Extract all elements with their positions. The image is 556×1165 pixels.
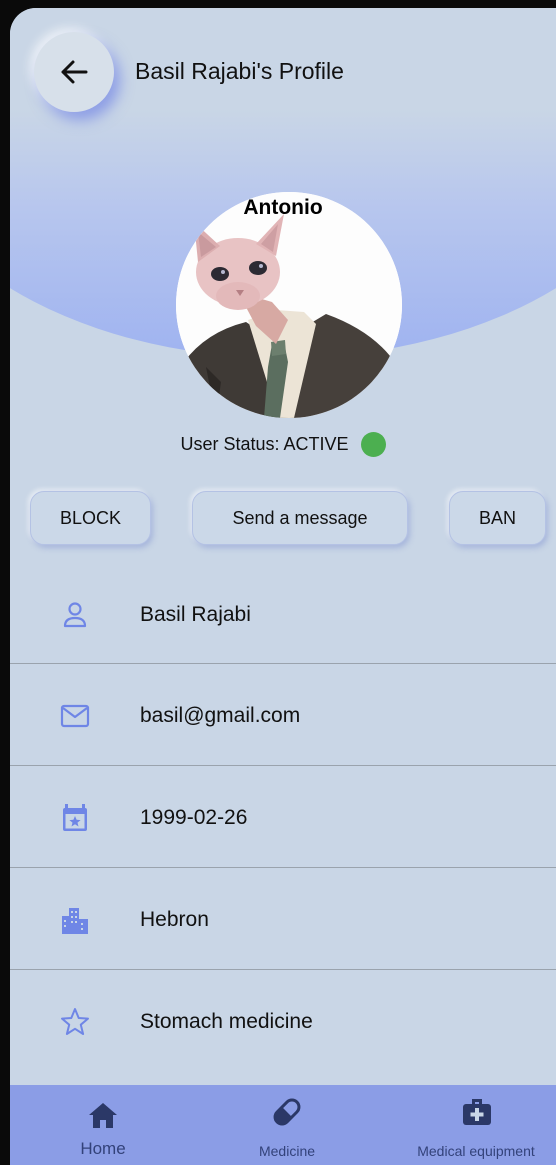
avatar-image [176, 192, 402, 418]
calendar-icon [63, 804, 87, 831]
nav-medical-equipment[interactable]: Medical equipment [408, 1085, 544, 1165]
status-label: User Status: ACTIVE [180, 434, 349, 454]
status-indicator-icon [360, 432, 386, 457]
city-icon [62, 908, 88, 934]
detail-row-birthdate: 1999-02-26 [10, 767, 556, 869]
divider [10, 867, 556, 868]
person-icon [63, 602, 87, 628]
detail-text: 1999-02-26 [140, 806, 248, 829]
nav-medicine-label: Medicine [258, 1143, 316, 1159]
nav-home[interactable]: Home [48, 1085, 158, 1165]
back-button[interactable] [34, 32, 114, 112]
detail-text: Basil Rajabi [140, 603, 251, 626]
detail-row-email: basil@gmail.com [10, 665, 556, 767]
divider [10, 663, 556, 664]
send-message-button[interactable]: Send a message [192, 491, 408, 545]
detail-text: Hebron [140, 908, 209, 931]
divider [10, 969, 556, 970]
detail-text: basil@gmail.com [140, 704, 301, 727]
nav-medical-equipment-label: Medical equipment [417, 1143, 535, 1159]
divider [10, 765, 556, 766]
detail-row-specialty: Stomach medicine [10, 971, 556, 1073]
ban-button[interactable]: BAN [449, 491, 546, 545]
star-icon [61, 1008, 89, 1035]
avatar [176, 192, 402, 418]
bottom-navigation: Home Medicine Medical equipment [10, 1085, 556, 1165]
user-status: User Status: ACTIVE [10, 432, 556, 457]
mail-icon [60, 704, 90, 728]
pill-icon [273, 1098, 301, 1126]
arrow-left-icon [61, 60, 88, 84]
detail-row-name: Basil Rajabi [10, 564, 556, 666]
nav-medicine[interactable]: Medicine [232, 1085, 342, 1165]
medical-kit-icon [463, 1099, 491, 1125]
block-button[interactable]: BLOCK [30, 491, 151, 545]
home-icon [89, 1103, 117, 1128]
profile-screen: Basil Rajabi's Profile Antonio User Stat… [10, 8, 556, 1165]
avatar-name: Antonio [243, 196, 323, 219]
detail-row-city: Hebron [10, 869, 556, 971]
nav-home-label: Home [80, 1139, 126, 1158]
page-title: Basil Rajabi's Profile [135, 58, 344, 84]
detail-text: Stomach medicine [140, 1010, 313, 1033]
